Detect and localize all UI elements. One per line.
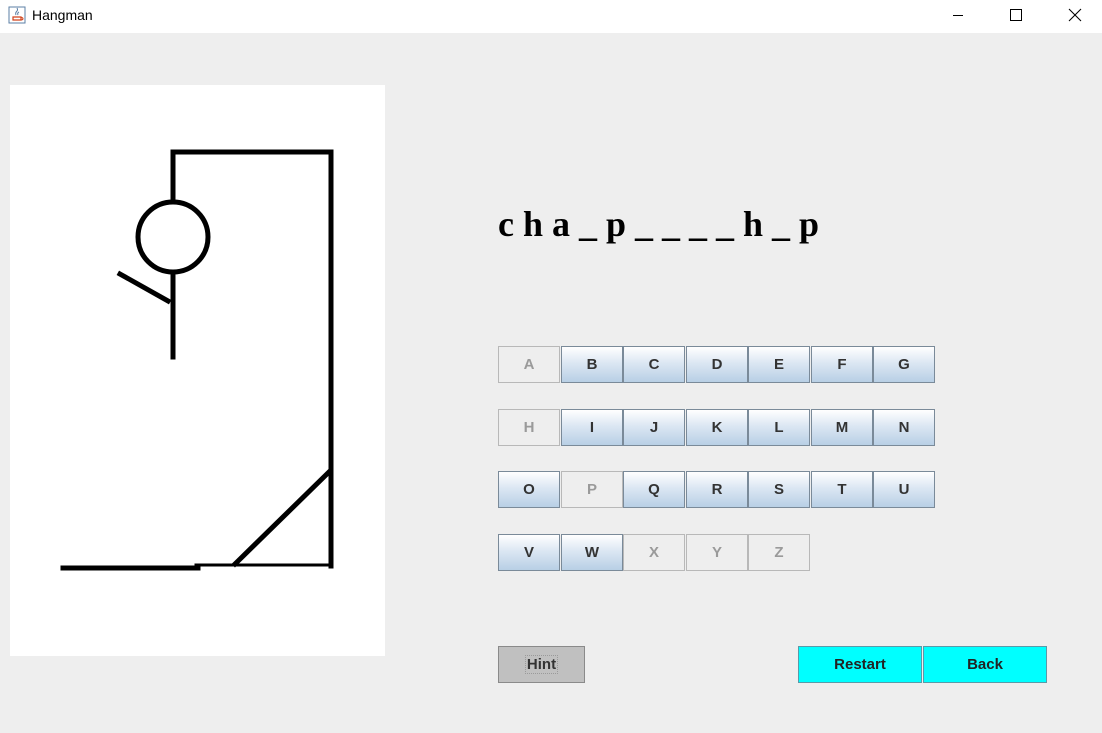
word-display: c h a _ p _ _ _ _ h _ p: [498, 204, 820, 244]
letter-button-y: Y: [686, 534, 748, 571]
letter-button-u[interactable]: U: [873, 471, 935, 508]
close-icon: [1068, 8, 1082, 22]
gallows-brace: [231, 467, 334, 568]
letter-button-l[interactable]: L: [748, 409, 810, 446]
letter-button-a: A: [498, 346, 560, 383]
hangman-drawing: [60, 149, 334, 571]
letter-button-b[interactable]: B: [561, 346, 623, 383]
minimize-icon: [953, 15, 963, 16]
letter-button-p: P: [561, 471, 623, 508]
letter-button-f[interactable]: F: [811, 346, 873, 383]
hangman-canvas: [10, 85, 385, 656]
letter-button-i[interactable]: I: [561, 409, 623, 446]
letter-button-t[interactable]: T: [811, 471, 873, 508]
letter-button-k[interactable]: K: [686, 409, 748, 446]
letter-button-o[interactable]: O: [498, 471, 560, 508]
letter-button-d[interactable]: D: [686, 346, 748, 383]
maximize-button[interactable]: [993, 0, 1039, 31]
hangman-head: [135, 199, 211, 275]
letter-button-g[interactable]: G: [873, 346, 935, 383]
letter-button-j[interactable]: J: [623, 409, 685, 446]
close-button[interactable]: [1052, 0, 1098, 31]
letter-button-e[interactable]: E: [748, 346, 810, 383]
letter-button-q[interactable]: Q: [623, 471, 685, 508]
letter-button-z: Z: [748, 534, 810, 571]
java-icon: [8, 6, 26, 24]
letter-button-h: H: [498, 409, 560, 446]
letter-button-n[interactable]: N: [873, 409, 935, 446]
window-title: Hangman: [32, 7, 93, 23]
hint-button[interactable]: Hint: [498, 646, 585, 683]
letter-button-c[interactable]: C: [623, 346, 685, 383]
restart-button[interactable]: Restart: [798, 646, 922, 683]
hint-label: Hint: [524, 655, 559, 674]
letter-button-s[interactable]: S: [748, 471, 810, 508]
maximize-icon: [1010, 9, 1022, 21]
letter-button-w[interactable]: W: [561, 534, 623, 571]
letter-button-m[interactable]: M: [811, 409, 873, 446]
letter-button-r[interactable]: R: [686, 471, 748, 508]
minimize-button[interactable]: [935, 0, 981, 31]
letter-button-v[interactable]: V: [498, 534, 560, 571]
hangman-left-arm: [116, 270, 172, 305]
title-bar: Hangman: [0, 0, 1102, 33]
letter-button-x: X: [623, 534, 685, 571]
back-button[interactable]: Back: [923, 646, 1047, 683]
